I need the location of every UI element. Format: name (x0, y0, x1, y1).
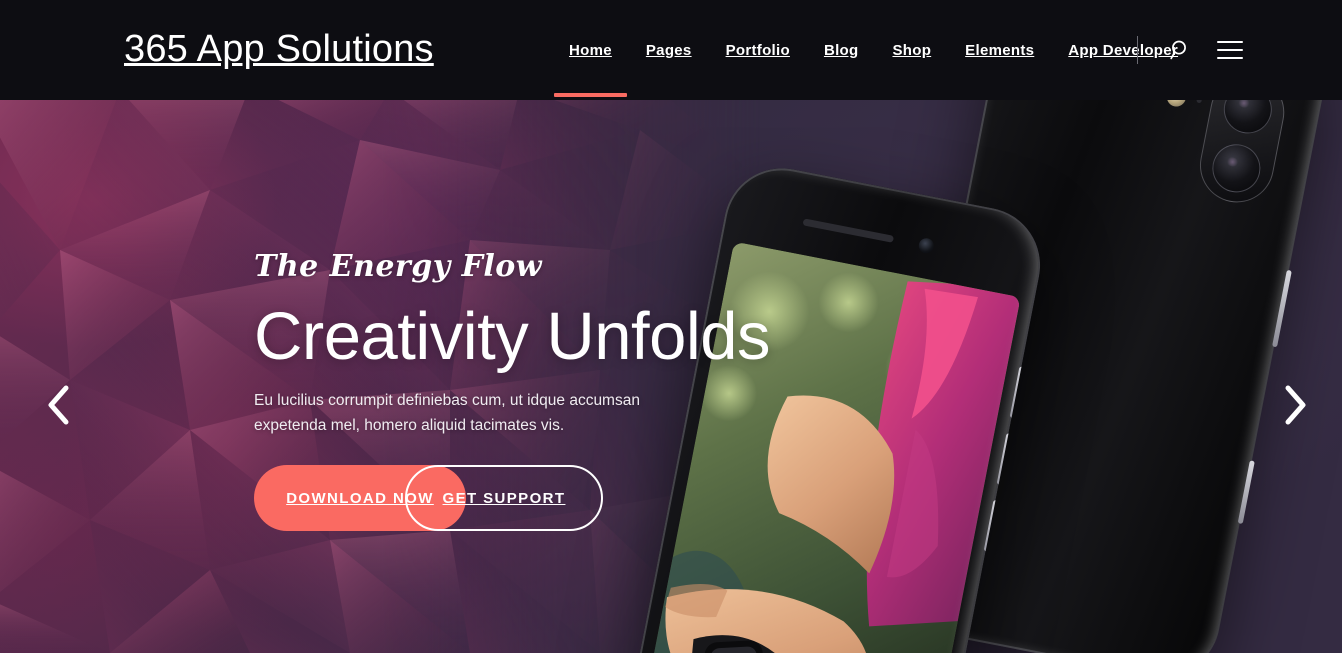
nav-item-portfolio[interactable]: Portfolio (709, 0, 807, 100)
nav-item-blog[interactable]: Blog (807, 0, 876, 100)
hero-content: The Energy Flow Creativity Unfolds Eu lu… (254, 248, 774, 531)
slider-next-button[interactable] (1270, 380, 1320, 430)
chevron-right-icon (1285, 385, 1306, 425)
burger-line-1 (1217, 41, 1243, 43)
search-button[interactable] (1163, 33, 1197, 67)
menu-button[interactable] (1213, 33, 1247, 67)
header-divider (1137, 36, 1138, 64)
burger-line-3 (1217, 57, 1243, 59)
hero-slider: The Energy Flow Creativity Unfolds Eu lu… (0, 100, 1342, 653)
chevron-left-icon (48, 385, 69, 425)
nav-item-elements[interactable]: Elements (948, 0, 1051, 100)
get-support-button[interactable]: GET SUPPORT (405, 465, 603, 531)
search-icon (1170, 40, 1186, 60)
nav-item-home[interactable]: Home (552, 0, 629, 100)
hero-cta-group: DOWNLOAD NOW GET SUPPORT (254, 465, 674, 531)
primary-navigation: Home Pages Portfolio Blog Shop Elements … (552, 0, 1195, 100)
brand-logo[interactable]: 365 App Solutions (124, 26, 434, 72)
header-tools (1163, 0, 1247, 100)
nav-item-pages[interactable]: Pages (629, 0, 709, 100)
hamburger-menu-icon (1217, 41, 1243, 59)
hero-title: Creativity Unfolds (254, 299, 771, 374)
hero-subtitle: Eu lucilius corrumpit definiebas cum, ut… (254, 392, 640, 434)
site-header: 365 App Solutions Home Pages Portfolio B… (0, 0, 1342, 100)
burger-line-2 (1217, 49, 1243, 51)
hero-eyebrow: The Energy Flow (254, 249, 543, 284)
slider-prev-button[interactable] (34, 380, 84, 430)
nav-item-shop[interactable]: Shop (875, 0, 948, 100)
